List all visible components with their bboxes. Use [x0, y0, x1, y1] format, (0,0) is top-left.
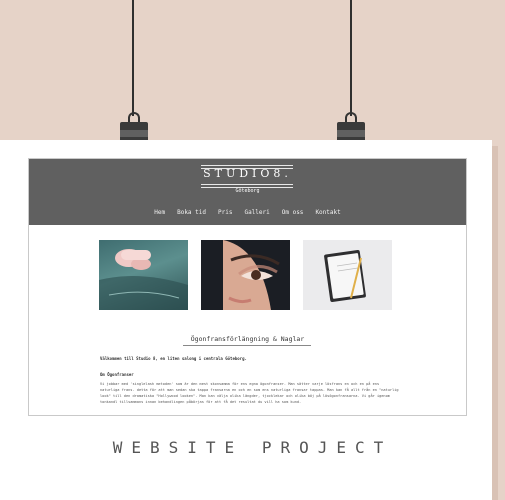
nav-item-kontakt[interactable]: Kontakt — [315, 209, 340, 216]
nav-item-om-oss[interactable]: Om oss — [282, 209, 304, 216]
nav-item-boka-tid[interactable]: Boka tid — [177, 209, 206, 216]
photo-nails — [99, 240, 188, 310]
hanging-wire-left — [132, 0, 134, 116]
nav-item-galleri[interactable]: Galleri — [244, 209, 269, 216]
poster-caption: WEBSITE PROJECT — [112, 438, 393, 457]
site-logo[interactable]: STUDIO8. — [29, 167, 466, 180]
site-logo-city: Göteborg — [235, 188, 260, 194]
section-subheading: Om Ögonfranser — [100, 372, 134, 377]
photo-eye-makeup — [201, 240, 290, 310]
poster-card: STUDIO8. Göteborg Hem Boka tid Pris Galleri… — [0, 140, 492, 500]
website-mockup: STUDIO8. Göteborg Hem Boka tid Pris Galleri… — [28, 158, 467, 416]
nav-item-hem[interactable]: Hem — [154, 209, 165, 216]
section-paragraph: Vi jobbar med 'singlelash metoden' som ä… — [100, 382, 399, 404]
heading-underline — [183, 345, 311, 346]
nav-item-pris[interactable]: Pris — [218, 209, 232, 216]
photo-notebook — [303, 240, 392, 310]
hanging-wire-right — [350, 0, 352, 116]
page-heading: Ögonfransförlängning & Naglar — [190, 335, 305, 343]
site-nav: Hem Boka tid Pris Galleri Om oss Kontakt — [29, 209, 466, 216]
welcome-text: Välkommen till Studio 8, en liten salong… — [100, 356, 247, 361]
site-header: STUDIO8. Göteborg Hem Boka tid Pris Galleri… — [29, 159, 466, 225]
